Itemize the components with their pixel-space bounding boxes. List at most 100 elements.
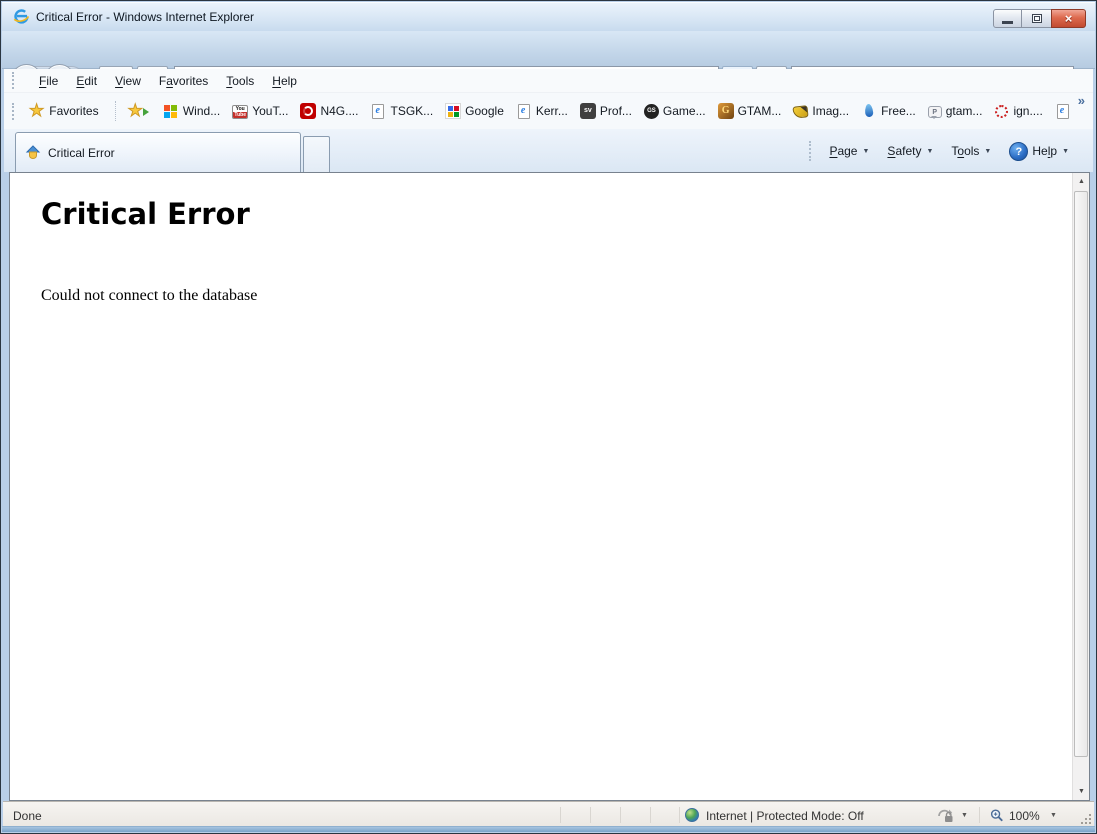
favorites-item-prof[interactable]: sv Prof... (575, 100, 637, 122)
vertical-scrollbar[interactable]: ▲ ▼ (1072, 173, 1089, 800)
sv-icon: sv (580, 103, 596, 119)
status-text: Done (13, 809, 42, 823)
browser-window: Critical Error - Windows Internet Explor… (0, 0, 1097, 834)
statusbar-separator (560, 807, 561, 823)
restore-button[interactable] (1022, 9, 1051, 28)
statusbar-separator (590, 807, 591, 823)
favorites-item-imageshack[interactable]: Imag... (788, 101, 854, 121)
menu-bar: File Edit View Favorites Tools Help (4, 69, 1093, 93)
internet-zone-globe-icon (685, 808, 699, 822)
gamespot-icon: GS (644, 104, 659, 119)
title-bar[interactable]: Critical Error - Windows Internet Explor… (2, 2, 1095, 31)
scrollbar-thumb[interactable] (1074, 191, 1088, 757)
tab-row: Critical Error Page ▼ Safety ▼ Tools ▼ ?… (4, 129, 1093, 172)
add-to-favorites-bar-button[interactable]: ★ (124, 101, 152, 121)
favorites-bar-items: ★ Favorites ★ Wind... YouTube YouT... N4… (4, 93, 1069, 129)
favorites-bar: ★ Favorites ★ Wind... YouTube YouT... N4… (4, 93, 1093, 129)
navigation-bar: ▼ http://forum.tsgk.com/viewtopic.php?p= (2, 31, 1095, 69)
favorites-item-google[interactable]: Google (440, 100, 509, 122)
security-zone-text[interactable]: Internet | Protected Mode: Off (706, 809, 864, 823)
help-icon: ? (1009, 142, 1028, 161)
dropdown-icon: ▼ (862, 148, 869, 155)
favorites-item-n4g[interactable]: N4G.... (295, 100, 363, 122)
privacy-dropdown-icon[interactable]: ▼ (961, 812, 968, 819)
favorites-separator (115, 101, 116, 121)
favorites-item-gtam-bubble[interactable]: P gtam... (923, 101, 988, 121)
n4g-icon (300, 103, 316, 119)
command-bar: Page ▼ Safety ▼ Tools ▼ ? Help ▼ (809, 138, 1081, 164)
statusbar-separator (979, 807, 980, 823)
page-viewport: Critical Error Could not connect to the … (9, 172, 1090, 801)
favorites-star-icon: ★ (29, 103, 44, 119)
favorites-item-gtam[interactable]: G GTAM... (713, 100, 787, 122)
favorites-item-gamespot[interactable]: GS Game... (639, 101, 711, 122)
statusbar-separator (650, 807, 651, 823)
add-favorite-arrow-icon (143, 108, 153, 116)
p-bubble-icon: P (928, 106, 942, 118)
tab-critical-error[interactable]: Critical Error (15, 132, 301, 172)
menubar-gripper[interactable] (12, 72, 14, 89)
ie-page-icon: e (518, 104, 530, 119)
favorites-bar-gripper[interactable] (12, 103, 14, 120)
add-favorite-star-icon: ★ (128, 103, 143, 119)
youtube-icon: YouTube (232, 105, 248, 119)
dropdown-icon: ▼ (1062, 148, 1069, 155)
zoom-magnifier-icon[interactable] (989, 808, 1005, 823)
menu-view[interactable]: View (106, 71, 150, 91)
menu-file[interactable]: File (30, 71, 67, 91)
zoom-dropdown-icon[interactable]: ▼ (1050, 812, 1057, 819)
favorites-item-ign[interactable]: ign.... (989, 101, 1047, 122)
more-favorites-chevron-icon[interactable]: » (1078, 93, 1085, 108)
favorites-item-tsgk[interactable]: e TSGK... (365, 101, 438, 122)
menu-edit[interactable]: Edit (67, 71, 106, 91)
imageshack-icon (793, 105, 809, 119)
gta-icon: G (718, 103, 734, 119)
statusbar-separator (679, 807, 680, 823)
windows-icon (163, 103, 179, 119)
tools-menu-button[interactable]: Tools ▼ (945, 140, 997, 162)
close-icon: × (1065, 11, 1073, 26)
restore-icon (1032, 14, 1042, 23)
dropdown-icon: ▼ (926, 148, 933, 155)
scroll-down-button[interactable]: ▼ (1073, 783, 1090, 800)
status-bar: Done Internet | Protected Mode: Off ▼ 10… (3, 801, 1094, 828)
scroll-up-button[interactable]: ▲ (1073, 173, 1090, 190)
statusbar-separator (620, 807, 621, 823)
close-button[interactable]: × (1051, 9, 1086, 28)
dropdown-icon: ▼ (984, 148, 991, 155)
command-bar-separator (809, 141, 811, 161)
ie-logo-icon (13, 8, 30, 25)
ie-page-icon: e (372, 104, 384, 119)
resize-grip[interactable] (1078, 811, 1091, 824)
page-menu-button[interactable]: Page ▼ (823, 140, 875, 162)
minimize-icon (1002, 21, 1013, 24)
menu-favorites[interactable]: Favorites (150, 71, 217, 91)
favorites-item-youtube[interactable]: YouTube YouT... (227, 101, 293, 122)
favorites-item-kerr[interactable]: e Kerr... (511, 101, 573, 122)
window-title: Critical Error - Windows Internet Explor… (36, 10, 254, 24)
safety-menu-button[interactable]: Safety ▼ (881, 140, 939, 162)
menu-help[interactable]: Help (263, 71, 306, 91)
zoom-level[interactable]: 100% (1009, 809, 1040, 823)
favorites-button[interactable]: ★ Favorites (23, 100, 105, 122)
menu-tools[interactable]: Tools (217, 71, 263, 91)
flame-icon (861, 103, 877, 119)
error-message: Could not connect to the database (41, 287, 1089, 305)
window-bottom-border (2, 826, 1095, 832)
menu-items: File Edit View Favorites Tools Help (30, 71, 306, 91)
tab-title: Critical Error (48, 146, 115, 160)
window-controls: × (993, 9, 1086, 28)
new-tab-stub[interactable] (303, 136, 330, 172)
favorites-button-label: Favorites (49, 104, 98, 118)
help-menu-button[interactable]: ? Help ▼ (1003, 138, 1075, 165)
favorites-item-windows-live[interactable]: Wind... (158, 100, 225, 122)
favorites-item-ldr[interactable]: e L Dr... (1050, 101, 1069, 122)
ign-icon (995, 105, 1008, 118)
favorites-item-freewebs[interactable]: Free... (856, 100, 921, 122)
google-icon (445, 103, 461, 119)
minimize-button[interactable] (993, 9, 1022, 28)
privacy-refresh-lock-icon[interactable] (936, 807, 956, 824)
ie-page-icon: e (1057, 104, 1069, 119)
tab-favicon (25, 145, 41, 161)
page-heading: Critical Error (41, 197, 1089, 231)
